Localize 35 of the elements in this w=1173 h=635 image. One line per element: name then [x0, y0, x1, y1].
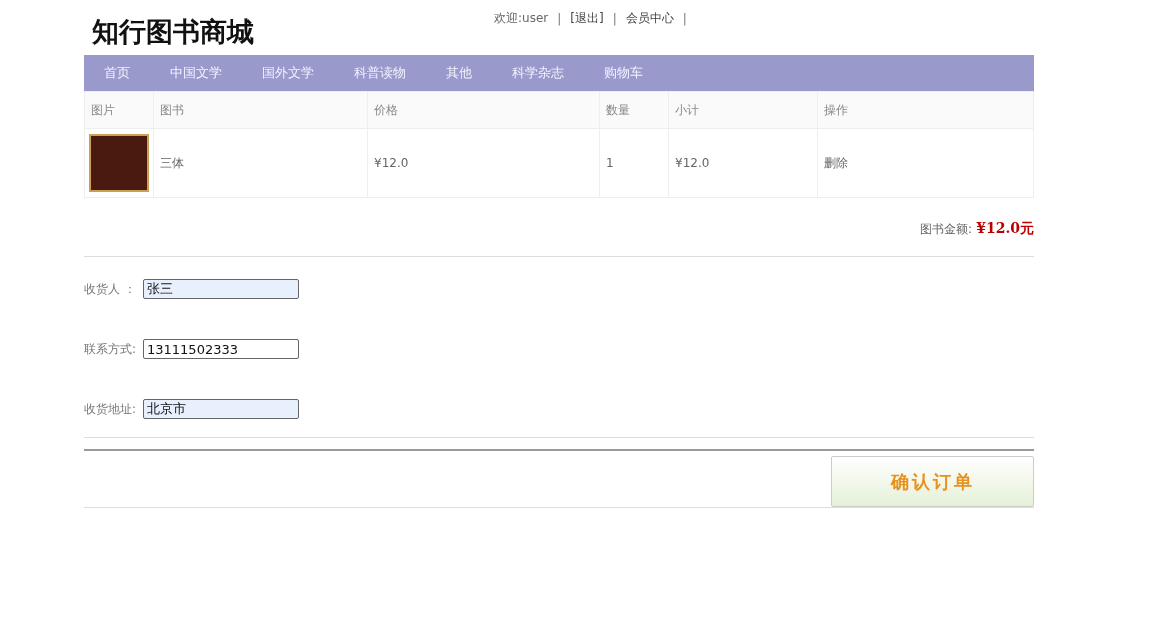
- field-label: 收货地址:: [84, 400, 138, 418]
- site-title: 知行图书商城: [92, 15, 254, 49]
- separator-text: |: [612, 11, 617, 26]
- table-cell: 三体: [153, 128, 368, 198]
- total-label: 图书金额:: [920, 221, 973, 238]
- welcome-text: 欢迎:user: [494, 10, 549, 27]
- column-header: 操作: [817, 91, 1034, 129]
- nav-link[interactable]: 其他: [446, 64, 472, 82]
- table-cell: ¥12.0: [668, 128, 818, 198]
- column-header: 小计: [668, 91, 818, 129]
- nav-link[interactable]: 中国文学: [170, 64, 222, 82]
- nav-link[interactable]: 科学杂志: [512, 64, 564, 82]
- nav-link[interactable]: 购物车: [604, 64, 643, 82]
- table-cell: ¥12.0: [367, 128, 600, 198]
- book-cover-image: [89, 134, 149, 192]
- top-link[interactable]: [退出]: [570, 10, 604, 27]
- input-field[interactable]: 北京市: [143, 399, 299, 419]
- table-cell: 1: [599, 128, 669, 198]
- separator-text: |: [682, 11, 687, 26]
- separator-text: |: [557, 11, 562, 26]
- input-field[interactable]: 13111502333: [143, 339, 299, 359]
- total-amount: ¥12.0元: [976, 220, 1034, 238]
- field-label: 联系方式:: [84, 340, 138, 358]
- column-header: 图书: [153, 91, 368, 129]
- delete-link[interactable]: 删除: [824, 155, 848, 170]
- input-field[interactable]: 张三: [143, 279, 299, 299]
- nav-link[interactable]: 科普读物: [354, 64, 406, 82]
- column-header: 价格: [367, 91, 600, 129]
- confirm-order-button[interactable]: 确认订单: [831, 456, 1034, 507]
- nav-link[interactable]: 首页: [104, 64, 130, 82]
- nav-link[interactable]: 国外文学: [262, 64, 314, 82]
- top-link[interactable]: 会员中心: [625, 10, 674, 27]
- field-label: 收货人 ：: [84, 280, 137, 298]
- column-header: 数量: [599, 91, 669, 129]
- column-header: 图片: [84, 91, 154, 129]
